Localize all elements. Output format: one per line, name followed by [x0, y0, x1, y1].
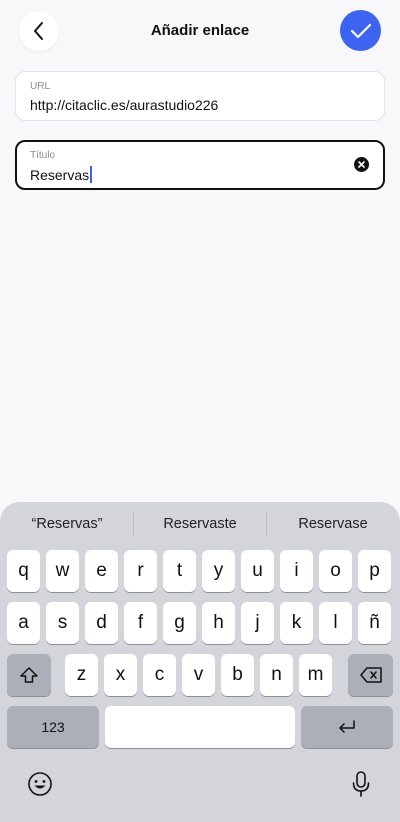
- suggestion-bar: “Reservas” Reservaste Reservase: [0, 502, 400, 546]
- suggestion-item[interactable]: Reservase: [273, 516, 393, 532]
- key[interactable]: a: [7, 602, 40, 644]
- microphone-icon: [352, 771, 370, 797]
- key[interactable]: x: [104, 654, 137, 696]
- backspace-key[interactable]: [348, 654, 393, 696]
- key[interactable]: f: [124, 602, 157, 644]
- key[interactable]: z: [65, 654, 98, 696]
- backspace-icon: [359, 667, 382, 683]
- title-field-label: Título: [30, 150, 56, 161]
- url-field-value: http://citaclic.es/aurastudio226: [30, 97, 219, 113]
- key[interactable]: g: [163, 602, 196, 644]
- title-field-value: Reservas: [30, 167, 90, 183]
- key[interactable]: e: [85, 550, 118, 592]
- key[interactable]: ñ: [358, 602, 391, 644]
- key[interactable]: l: [319, 602, 352, 644]
- suggestion-item[interactable]: Reservaste: [140, 516, 260, 532]
- key[interactable]: u: [241, 550, 274, 592]
- shift-key[interactable]: [7, 654, 51, 696]
- suggestion-divider: [133, 512, 134, 536]
- key[interactable]: w: [46, 550, 79, 592]
- key[interactable]: v: [182, 654, 215, 696]
- space-key[interactable]: [105, 706, 295, 748]
- title-field[interactable]: Título Reservas: [15, 140, 385, 190]
- return-key[interactable]: [301, 706, 393, 748]
- key[interactable]: p: [358, 550, 391, 592]
- key[interactable]: i: [280, 550, 313, 592]
- keyboard: “Reservas” Reservaste Reservase q w e r …: [0, 502, 400, 822]
- key[interactable]: s: [46, 602, 79, 644]
- text-caret: [90, 166, 93, 183]
- suggestion-item[interactable]: “Reservas”: [7, 516, 127, 532]
- suggestion-divider: [266, 512, 267, 536]
- emoji-icon: [28, 772, 52, 796]
- key[interactable]: q: [7, 550, 40, 592]
- key[interactable]: n: [260, 654, 293, 696]
- key[interactable]: h: [202, 602, 235, 644]
- title-field-value-wrap: Reservas: [30, 166, 93, 183]
- header: Añadir enlace: [0, 0, 400, 64]
- clear-x-icon: [358, 161, 365, 168]
- return-icon: [339, 720, 355, 733]
- url-field[interactable]: URL http://citaclic.es/aurastudio226: [15, 71, 385, 121]
- emoji-button[interactable]: [25, 769, 55, 799]
- key[interactable]: b: [221, 654, 254, 696]
- numbers-key[interactable]: 123: [7, 706, 99, 748]
- key[interactable]: y: [202, 550, 235, 592]
- key[interactable]: d: [85, 602, 118, 644]
- key[interactable]: j: [241, 602, 274, 644]
- key[interactable]: m: [299, 654, 332, 696]
- key[interactable]: c: [143, 654, 176, 696]
- key[interactable]: t: [163, 550, 196, 592]
- url-field-label: URL: [30, 81, 51, 92]
- key[interactable]: r: [124, 550, 157, 592]
- microphone-button[interactable]: [346, 769, 376, 799]
- key[interactable]: o: [319, 550, 352, 592]
- clear-title-button[interactable]: [354, 157, 369, 172]
- key[interactable]: k: [280, 602, 313, 644]
- checkmark-icon: [350, 23, 371, 38]
- shift-icon: [20, 667, 38, 683]
- confirm-button[interactable]: [340, 10, 381, 51]
